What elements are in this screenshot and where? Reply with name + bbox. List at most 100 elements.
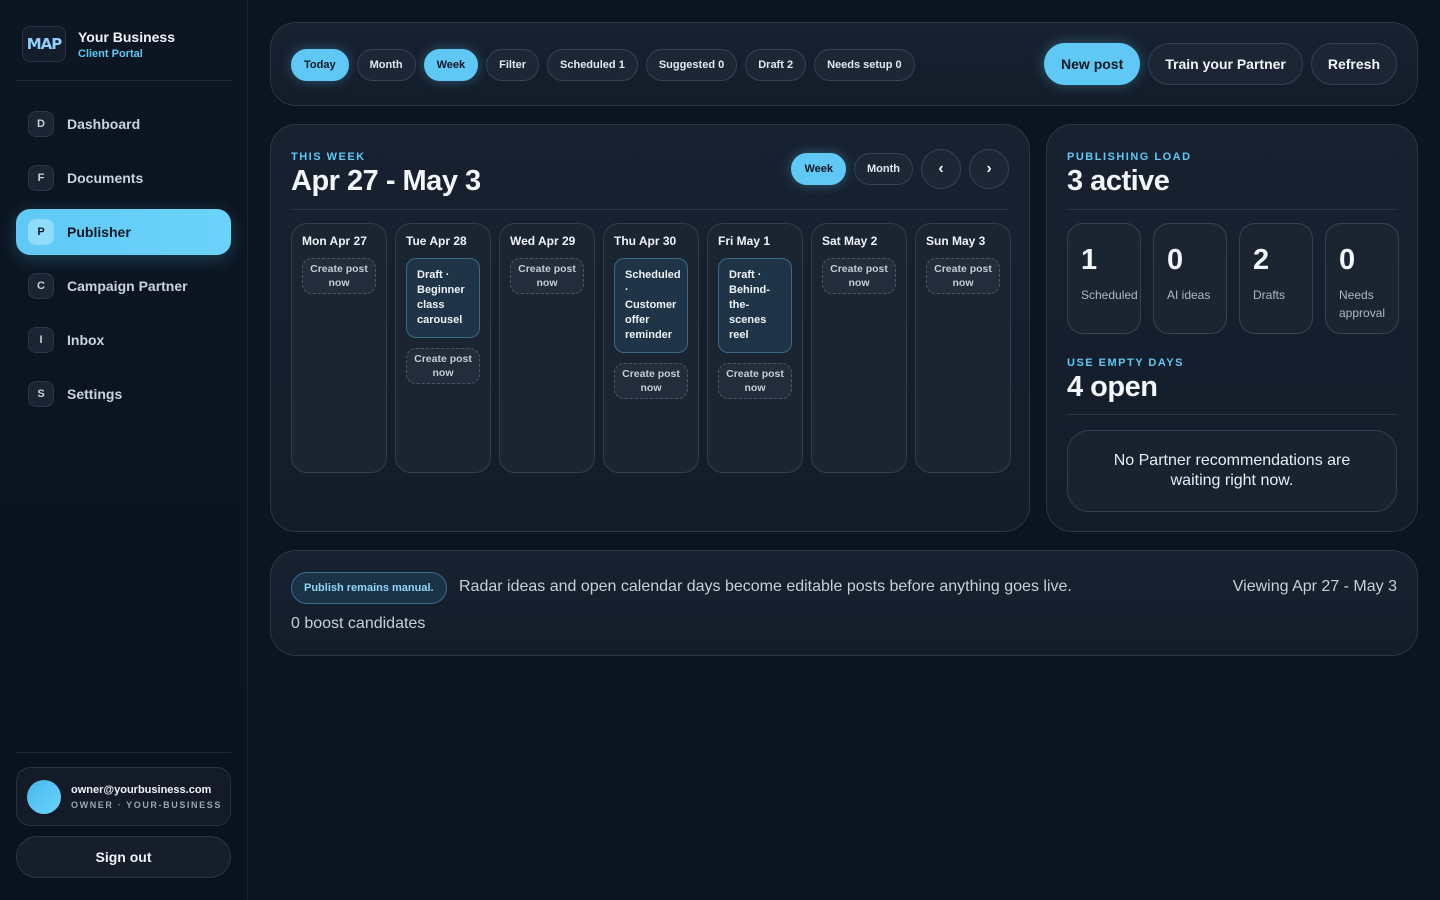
week-calendar: THIS WEEK Apr 27 - May 3 Week Month ‹ › … <box>270 124 1030 532</box>
chip-needs-setup[interactable]: Needs setup 0 <box>814 49 915 81</box>
sidebar-item-settings[interactable]: S Settings <box>16 371 231 417</box>
sidebar-divider <box>16 752 231 753</box>
create-post-button[interactable]: Create post now <box>718 363 792 399</box>
stat-label: Drafts <box>1253 288 1286 302</box>
empty-days-eyebrow: USE EMPTY DAYS <box>1067 357 1184 369</box>
settings-icon: S <box>28 381 54 407</box>
create-post-button[interactable]: Create post now <box>302 258 376 294</box>
calendar-divider <box>291 209 1009 210</box>
sidebar-item-label: Campaign Partner <box>67 278 188 294</box>
stat-number: 2 <box>1253 244 1270 276</box>
sidebar-item-campaign-partner[interactable]: C Campaign Partner <box>16 263 231 309</box>
post-card[interactable]: Draft · Behind-the-scenes reel <box>718 258 792 353</box>
day-column-tue[interactable]: Tue Apr 28 Draft · Beginner class carous… <box>395 223 491 473</box>
chevron-left-icon[interactable]: ‹ <box>921 149 961 189</box>
empty-days-divider <box>1067 414 1397 415</box>
day-column-thu[interactable]: Thu Apr 30 Scheduled · Customer offer re… <box>603 223 699 473</box>
sidebar-item-label: Documents <box>67 170 144 186</box>
chip-month[interactable]: Month <box>356 49 416 81</box>
sidebar: MAP Your Business Client Portal D Dashbo… <box>0 0 248 900</box>
day-column-sun[interactable]: Sun May 3 Create post now <box>915 223 1011 473</box>
chevron-right-icon[interactable]: › <box>969 149 1009 189</box>
load-divider <box>1067 209 1397 210</box>
day-name: Sun May 3 <box>926 234 986 248</box>
day-column-fri[interactable]: Fri May 1 Draft · Behind-the-scenes reel… <box>707 223 803 473</box>
chip-draft[interactable]: Draft 2 <box>745 49 807 81</box>
create-post-button[interactable]: Create post now <box>406 348 480 384</box>
day-column-wed[interactable]: Wed Apr 29 Create post now <box>499 223 595 473</box>
viewing-range: Viewing Apr 27 - May 3 <box>1232 578 1397 595</box>
day-name: Wed Apr 29 <box>510 234 576 248</box>
day-name: Fri May 1 <box>718 234 771 248</box>
day-name: Mon Apr 27 <box>302 234 367 248</box>
stat-number: 0 <box>1167 244 1184 276</box>
create-post-button[interactable]: Create post now <box>926 258 1000 294</box>
create-post-button[interactable]: Create post now <box>822 258 896 294</box>
inbox-icon: I <box>28 327 54 353</box>
stat-needs-approval[interactable]: 0 Needs approval <box>1325 223 1399 334</box>
sidebar-item-inbox[interactable]: I Inbox <box>16 317 231 363</box>
sidebar-item-label: Settings <box>67 386 123 402</box>
calendar-controls: Week Month ‹ › <box>791 149 1009 189</box>
calendar-eyebrow: THIS WEEK <box>291 151 366 163</box>
load-stats: 1 Scheduled 0 AI ideas 2 Drafts 0 Needs … <box>1067 223 1399 334</box>
chip-today[interactable]: Today <box>291 49 349 81</box>
empty-days-title: 4 open <box>1067 371 1158 403</box>
chip-filter[interactable]: Filter <box>486 49 540 81</box>
publish-info-bar: Publish remains manual. Radar ideas and … <box>270 550 1418 656</box>
publishing-load-panel: PUBLISHING LOAD 3 active 1 Scheduled 0 A… <box>1046 124 1418 532</box>
train-partner-button[interactable]: Train your Partner <box>1148 43 1303 85</box>
refresh-button[interactable]: Refresh <box>1310 43 1397 85</box>
load-eyebrow: PUBLISHING LOAD <box>1067 151 1192 163</box>
user-email: owner@yourbusiness.com <box>71 783 212 796</box>
sidebar-item-label: Publisher <box>67 224 131 240</box>
stat-drafts[interactable]: 2 Drafts <box>1239 223 1313 334</box>
campaign-partner-icon: C <box>28 273 54 299</box>
stat-scheduled[interactable]: 1 Scheduled <box>1067 223 1141 334</box>
stat-number: 0 <box>1339 244 1356 276</box>
sidebar-item-documents[interactable]: F Documents <box>16 155 231 201</box>
sidebar-item-label: Inbox <box>67 332 105 348</box>
chip-week[interactable]: Week <box>423 49 479 81</box>
create-post-button[interactable]: Create post now <box>614 363 688 399</box>
publish-manual-badge: Publish remains manual. <box>291 572 447 604</box>
post-card[interactable]: Scheduled · Customer offer reminder <box>614 258 688 353</box>
day-name: Sat May 2 <box>822 234 878 248</box>
user-card[interactable]: owner@yourbusiness.com OWNER · YOUR-BUSI… <box>16 767 231 826</box>
day-column-mon[interactable]: Mon Apr 27 Create post now <box>291 223 387 473</box>
stat-label: AI ideas <box>1167 288 1211 302</box>
sidebar-item-publisher[interactable]: P Publisher <box>16 209 231 255</box>
publisher-icon: P <box>28 219 54 245</box>
sidebar-divider <box>16 80 231 81</box>
dashboard-icon: D <box>28 111 54 137</box>
post-card[interactable]: Draft · Beginner class carousel <box>406 258 480 338</box>
brand-name: Your Business <box>78 28 175 45</box>
user-role: OWNER · YOUR-BUSINESS <box>71 799 222 810</box>
filter-chips: Today Month Week Filter Scheduled 1 Sugg… <box>291 49 915 81</box>
new-post-button[interactable]: New post <box>1044 43 1141 85</box>
day-name: Thu Apr 30 <box>614 234 677 248</box>
boost-candidates: 0 boost candidates <box>291 615 426 632</box>
chip-suggested[interactable]: Suggested 0 <box>645 49 738 81</box>
brand-logo-icon: MAP <box>22 26 66 62</box>
publisher-toolbar: Today Month Week Filter Scheduled 1 Sugg… <box>270 22 1418 106</box>
calendar-title: Apr 27 - May 3 <box>291 165 481 197</box>
chip-scheduled[interactable]: Scheduled 1 <box>547 49 638 81</box>
publish-info-text: Radar ideas and open calendar days becom… <box>459 578 1072 595</box>
stat-ai-ideas[interactable]: 0 AI ideas <box>1153 223 1227 334</box>
create-post-button[interactable]: Create post now <box>510 258 584 294</box>
avatar <box>27 779 61 814</box>
partner-recommendation-message: No Partner recommendations are waiting r… <box>1067 430 1397 512</box>
brand-subtitle: Client Portal <box>78 47 143 60</box>
brand[interactable]: MAP Your Business Client Portal <box>22 26 175 62</box>
sidebar-item-dashboard[interactable]: D Dashboard <box>16 101 231 147</box>
sign-out-button[interactable]: Sign out <box>16 836 231 878</box>
toolbar-actions: New post Train your Partner Refresh <box>1044 43 1397 85</box>
view-month-button[interactable]: Month <box>854 153 913 185</box>
documents-icon: F <box>28 165 54 191</box>
stat-number: 1 <box>1081 244 1098 276</box>
sidebar-nav: D Dashboard F Documents P Publisher C Ca… <box>16 101 231 425</box>
view-week-button[interactable]: Week <box>791 153 847 185</box>
day-column-sat[interactable]: Sat May 2 Create post now <box>811 223 907 473</box>
stat-label: Scheduled <box>1081 288 1138 302</box>
